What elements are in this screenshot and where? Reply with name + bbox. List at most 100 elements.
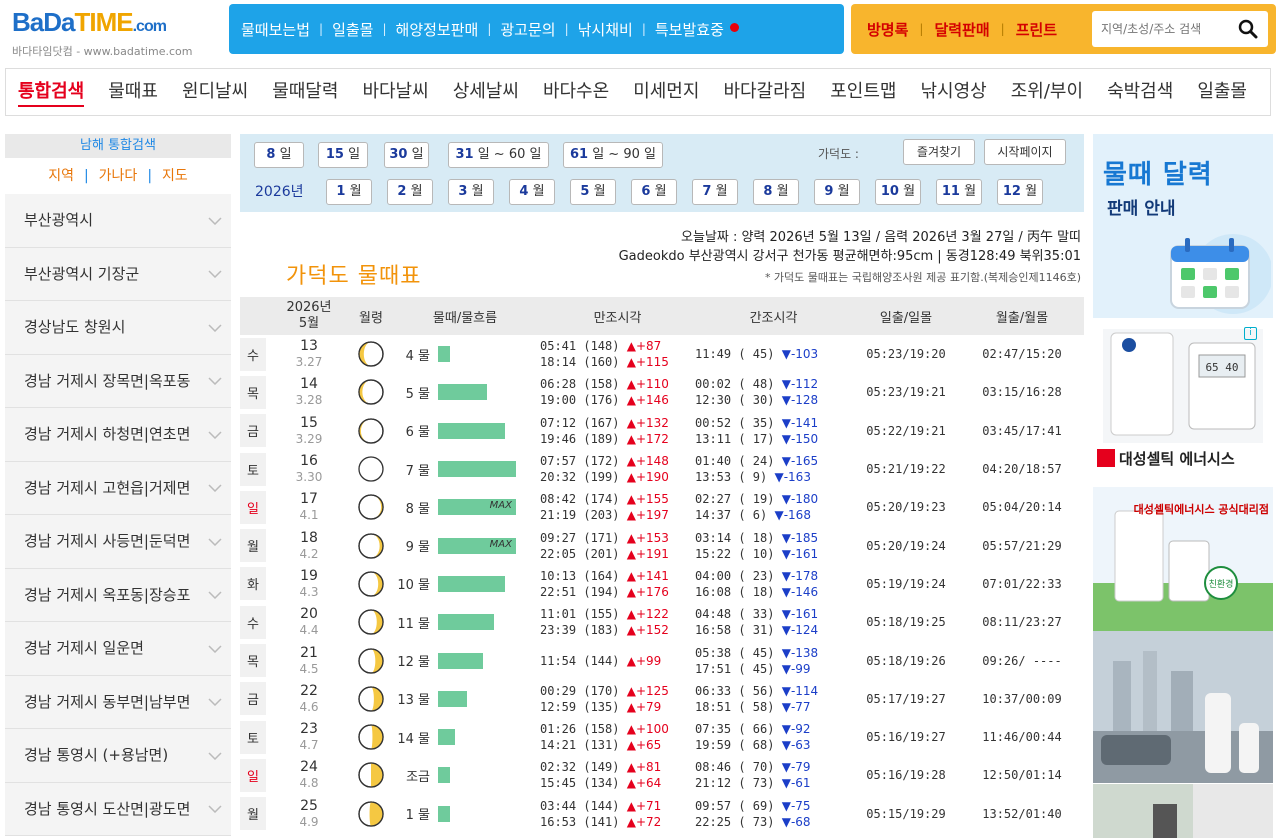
sidebar-region-item[interactable]: 경남 거제시 일운면 xyxy=(5,622,231,676)
month-button[interactable]: 6 월 xyxy=(631,179,677,205)
sidebar-region-item[interactable]: 부산광역시 기장군 xyxy=(5,247,231,301)
sidebar-region-label: 경남 거제시 동부면|남부면 xyxy=(24,692,191,711)
month-button[interactable]: 4 월 xyxy=(509,179,555,205)
ad-air-purifier[interactable] xyxy=(1093,631,1273,783)
tab-item[interactable]: 숙박검색 xyxy=(1095,69,1185,115)
sidebar-link-region[interactable]: 지역 xyxy=(48,168,74,184)
month-button[interactable]: 11 월 xyxy=(936,179,982,205)
sidebar-region-item[interactable]: 경상남도 창원시 xyxy=(5,301,231,355)
sidebar-region-item[interactable]: 경남 거제시 옥포동|장승포 xyxy=(5,568,231,622)
tab-item[interactable]: 일출몰 xyxy=(1185,69,1259,115)
range-button[interactable]: 15 일 xyxy=(318,142,368,168)
menu-item[interactable]: 낚시채비 xyxy=(578,19,633,40)
year-label: 2026년 xyxy=(255,184,304,200)
sidebar-region-item[interactable]: 경남 거제시 동부면|남부면 xyxy=(5,675,231,729)
moon-cell xyxy=(352,609,390,635)
tab-item[interactable]: 통합검색 xyxy=(6,69,96,115)
alert-dot-icon xyxy=(729,22,739,32)
ad-brand-text: 대성셀틱 에너시스 xyxy=(1119,450,1235,468)
sidebar-region-item[interactable]: 부산광역시 xyxy=(5,194,231,248)
chevron-down-icon xyxy=(205,676,225,729)
high-tide-time: 12:59 (135) xyxy=(540,699,620,714)
ad-boiler-dealer[interactable]: 친환경 대성셀틱에너시스 공식대리점 xyxy=(1093,487,1273,633)
table-header: 2026년 5월 월령 물때/물흐름 만조시각 간조시각 일출/일몰 월출/월몰 xyxy=(240,297,1084,335)
low-tide-cell: 05:38 ( 45) ▼-138 17:51 ( 45) ▼-99 xyxy=(695,645,852,677)
menu-item[interactable]: 물때보는법 xyxy=(241,19,310,40)
low-tide-diff: ▼-146 xyxy=(781,584,819,599)
moonrise-moonset: 05:57/21:29 xyxy=(982,538,1062,553)
menu-item[interactable]: 특보발효중 xyxy=(655,19,739,40)
sidebar-region-item[interactable]: 경남 통영시 (+용남면) xyxy=(5,729,231,783)
menu-item[interactable]: 해양정보판매 xyxy=(396,19,479,40)
favorite-button[interactable]: 즐겨찾기 xyxy=(903,139,975,165)
month-button[interactable]: 9 월 xyxy=(814,179,860,205)
date-cell: 23 4.7 xyxy=(266,721,352,753)
month-button[interactable]: 10 월 xyxy=(875,179,921,205)
sidebar-region-item[interactable]: 경남 거제시 장목면|옥포동 xyxy=(5,354,231,408)
low-tide-time: 21:12 ( 73) xyxy=(695,776,775,791)
ad-tide-calendar[interactable]: 물때 달력 판매 안내 xyxy=(1093,134,1273,318)
util-menu-item[interactable]: 프린트 xyxy=(1016,19,1057,40)
menu-item[interactable]: 광고문의 xyxy=(500,19,555,40)
range-button[interactable]: 61 일 ~ 90 일 xyxy=(563,142,663,168)
tab-item[interactable]: 물때달력 xyxy=(260,69,350,115)
site-logo[interactable]: BaDaTIME.com 바다타임닷컴 - www.badatime.com xyxy=(12,8,212,58)
month-button[interactable]: 2 월 xyxy=(387,179,433,205)
high-tide-time: 14:21 (131) xyxy=(540,738,620,753)
sidebar-region-label: 부산광역시 xyxy=(24,211,94,229)
moonrise-moonset: 02:47/15:20 xyxy=(982,347,1062,362)
month-button[interactable]: 12 월 xyxy=(997,179,1043,205)
moon-cell xyxy=(352,647,390,674)
tab-item[interactable]: 바다날씨 xyxy=(350,69,440,115)
menu-item[interactable]: 일출몰 xyxy=(332,19,373,40)
month-button[interactable]: 3 월 xyxy=(448,179,494,205)
sidebar-region-item[interactable]: 경남 거제시 고현읍|거제면 xyxy=(5,461,231,515)
month-button[interactable]: 8 월 xyxy=(753,179,799,205)
sidebar-region-item[interactable]: 경남 통영시 도산면|광도면 xyxy=(5,782,231,836)
dealer-brand-text: 대성셀틱에너시스 공식대리점 xyxy=(1134,502,1269,516)
ad-boiler[interactable]: 65 40 대성셀틱 에너시스 i xyxy=(1093,325,1273,481)
range-button[interactable]: 30 일 xyxy=(384,142,429,168)
date-cell: 17 4.1 xyxy=(266,491,352,523)
main-content: 8 일 15 일 30 일 31 일 ~ 60 일 61 일 ~ 90 일 가덕도 : … xyxy=(240,134,1084,838)
header-low-tide: 간조시각 xyxy=(749,310,798,326)
ad-bottom-image[interactable] xyxy=(1093,784,1273,838)
tab-item[interactable]: 상세날씨 xyxy=(441,69,531,115)
sidebar-region-item[interactable]: 경남 거제시 하청면|연초면 xyxy=(5,408,231,462)
ad-info-icon[interactable]: i xyxy=(1244,327,1257,340)
tab-item[interactable]: 포인트맵 xyxy=(818,69,908,115)
tab-item[interactable]: 윈디날씨 xyxy=(170,69,260,115)
high-tide-entry: 22:05 (201) ▲+191 xyxy=(540,546,695,562)
homepage-button[interactable]: 시작페이지 xyxy=(984,139,1066,165)
search-button[interactable] xyxy=(1228,11,1268,47)
range-button[interactable]: 8 일 xyxy=(254,142,304,168)
high-tide-entry: 12:59 (135) ▲+79 xyxy=(540,699,695,715)
sidebar-link-alphabet[interactable]: 가나다 xyxy=(99,168,138,184)
range-button[interactable]: 31 일 ~ 60 일 xyxy=(448,142,549,168)
sidebar-links: 지역 | 가나다 | 지도 xyxy=(5,158,231,194)
low-tide-entry: 13:11 ( 17) ▼-150 xyxy=(695,431,852,447)
util-menu-item[interactable]: 방명록 xyxy=(867,19,908,40)
search-input[interactable] xyxy=(1092,11,1228,47)
high-tide-entry: 02:32 (149) ▲+81 xyxy=(540,759,695,775)
month-button[interactable]: 5 월 xyxy=(570,179,616,205)
util-menu-item[interactable]: 달력판매 xyxy=(934,19,989,40)
low-tide-entry: 16:58 ( 31) ▼-124 xyxy=(695,622,852,638)
tab-item[interactable]: 낚시영상 xyxy=(909,69,999,115)
tab-item[interactable]: 조위/부이 xyxy=(999,69,1095,115)
lunar-date: 4.6 xyxy=(299,699,319,714)
month-button[interactable]: 7 월 xyxy=(692,179,738,205)
sidebar-link-map[interactable]: 지도 xyxy=(162,168,188,184)
tab-item[interactable]: 물때표 xyxy=(96,69,170,115)
moon-cell xyxy=(352,379,390,406)
month-button[interactable]: 1 월 xyxy=(326,179,372,205)
tab-item[interactable]: 바다갈라짐 xyxy=(711,69,818,115)
high-tide-entry: 18:14 (160) ▲+115 xyxy=(540,354,695,370)
solar-day: 20 xyxy=(300,606,318,623)
moon-phase-icon xyxy=(358,341,384,367)
chevron-down-icon xyxy=(205,248,225,301)
tab-item[interactable]: 미세먼지 xyxy=(621,69,711,115)
tab-item[interactable]: 바다수온 xyxy=(531,69,621,115)
date-cell: 20 4.4 xyxy=(266,606,352,638)
sidebar-region-item[interactable]: 경남 거제시 사등면|둔덕면 xyxy=(5,515,231,569)
